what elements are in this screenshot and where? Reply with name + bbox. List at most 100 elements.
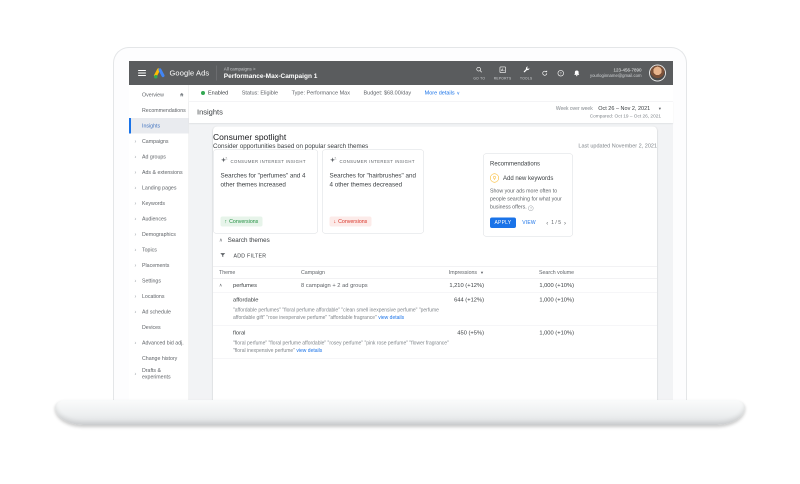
sidebar-item-change-history[interactable]: Change history — [129, 351, 189, 367]
sidebar-item-label: Ad groups — [142, 153, 166, 160]
sidebar-item-insights[interactable]: Insights — [129, 118, 189, 134]
sidebar-item-campaigns[interactable]: › Campaigns — [129, 134, 189, 150]
sidebar-item-drafts-experiments[interactable]: › Drafts & experiments — [129, 366, 189, 382]
laptop-screen: Google Ads All campaigns > Performance-M… — [113, 47, 687, 403]
apply-button[interactable]: APPLY — [490, 217, 516, 229]
sidebar-item-recommendations[interactable]: Recommendations — [129, 103, 189, 119]
table-header-row: Theme Campaign Impressions ▼ Search volum… — [213, 266, 657, 279]
sidebar-item-label: Topics — [142, 246, 157, 253]
chevron-right-icon: › — [134, 153, 137, 160]
recommendation-item[interactable]: Add new keywords — [490, 173, 566, 183]
insight-card-perfumes[interactable]: CONSUMER INTEREST INSIGHT Searches for "… — [213, 149, 318, 234]
sidebar-item-ads-extensions[interactable]: › Ads & extensions — [129, 165, 189, 181]
google-ads-app: Google Ads All campaigns > Performance-M… — [129, 61, 673, 403]
impressions-cell: 1,210 (+12%) — [449, 282, 484, 289]
sidebar-item-label: Recommendations — [142, 107, 186, 114]
campaign-cell: 8 campaign + 2 ad groups — [301, 282, 368, 289]
chevron-right-icon: › — [134, 370, 137, 377]
sidebar-item-settings[interactable]: › Settings — [129, 273, 189, 289]
topbar-actions: GO TO REPORTS TOOLS ? 123-456-7890 yourl… — [473, 65, 665, 81]
avatar[interactable] — [650, 65, 665, 81]
pager-count: 1 / 5 — [551, 220, 561, 226]
sidebar-item-label: Campaigns — [142, 138, 169, 145]
recommendation-actions: APPLY VIEW ‹ 1 / 5 › — [490, 217, 566, 229]
sidebar-item-overview[interactable]: Overview — [129, 87, 189, 103]
view-details-link[interactable]: view details — [296, 348, 322, 354]
chevron-up-icon[interactable]: ∧ — [219, 283, 233, 289]
chevron-left-icon[interactable]: ‹ — [546, 219, 548, 226]
sidebar-item-keywords[interactable]: › Keywords — [129, 196, 189, 212]
sidebar-item-label: Audiences — [142, 215, 167, 222]
help-circle-icon[interactable]: ? — [528, 205, 534, 211]
sidebar-item-ad-groups[interactable]: › Ad groups — [129, 149, 189, 165]
sidebar-item-audiences[interactable]: › Audiences — [129, 211, 189, 227]
page-title: Insights — [197, 108, 223, 117]
recommendation-item-title: Add new keywords — [503, 174, 554, 182]
insight-sparkle-icon — [221, 157, 228, 167]
help-button[interactable]: ? — [557, 69, 565, 77]
enabled-dot-icon — [201, 91, 205, 95]
table-row-affordable[interactable]: affordable 644 (+12%) 1,000 (+10%) "affo… — [213, 293, 657, 326]
col-campaign[interactable]: Campaign — [301, 270, 386, 276]
search-themes-section: ∧ Search themes ADD FILTER Theme Campaig… — [213, 237, 657, 359]
recommendations-card: Recommendations Add new keywords Show yo… — [483, 153, 573, 237]
search-themes-header[interactable]: ∧ Search themes — [213, 237, 657, 244]
sidebar-nav: Overview Recommendations Insights › Campaign… — [129, 85, 189, 403]
chevron-right-icon: › — [134, 277, 137, 284]
sidebar-item-placements[interactable]: › Placements — [129, 258, 189, 274]
theme-name: floral — [233, 330, 246, 336]
chevron-right-icon: › — [134, 262, 137, 269]
chevron-down-icon: ∨ — [456, 90, 460, 96]
notifications-bell-icon[interactable] — [573, 69, 581, 77]
add-filter-label: ADD FILTER — [233, 253, 267, 259]
view-button[interactable]: VIEW — [522, 220, 536, 226]
sidebar-item-label: Overview — [142, 91, 164, 98]
refresh-button[interactable] — [541, 69, 549, 77]
table-row-floral[interactable]: floral 450 (+5%) 1,000 (+10%) "floral pe… — [213, 326, 657, 359]
menu-icon[interactable] — [138, 70, 146, 76]
more-details-link[interactable]: More details ∨ — [425, 90, 460, 96]
sidebar-item-advanced-bid-adj[interactable]: › Advanced bid adj. — [129, 335, 189, 351]
sidebar-item-landing-pages[interactable]: › Landing pages — [129, 180, 189, 196]
recommendations-title: Recommendations — [490, 160, 541, 167]
spotlight-title: Consumer spotlight — [213, 132, 287, 143]
tools-button[interactable]: TOOLS — [520, 66, 532, 80]
chevron-right-icon: › — [134, 169, 137, 176]
sidebar-item-ad-schedule[interactable]: › Ad schedule — [129, 304, 189, 320]
reports-button[interactable]: REPORTS — [494, 66, 512, 80]
insight-cards-row: CONSUMER INTEREST INSIGHT Searches for "… — [213, 149, 657, 237]
insight-card-hairbrushes[interactable]: CONSUMER INTEREST INSIGHT Searches for "… — [322, 149, 424, 234]
add-filter-button[interactable]: ADD FILTER — [213, 252, 657, 260]
sidebar-item-label: Drafts & experiments — [142, 367, 171, 380]
date-range-picker[interactable]: Week over week Oct 26 – Nov 2, 2021 ▾ Co… — [556, 105, 661, 120]
impressions-cell: 450 (+5%) — [457, 330, 484, 336]
theme-examples: "affordable perfumes" "floral perfume af… — [233, 307, 439, 321]
view-details-link[interactable]: view details — [378, 315, 404, 321]
sidebar-item-devices[interactable]: Devices — [129, 320, 189, 336]
breadcrumb[interactable]: All campaigns > Performance-Max-Campaign… — [224, 66, 318, 79]
search-themes-title: Search themes — [227, 236, 270, 244]
sidebar-item-demographics[interactable]: › Demographics — [129, 227, 189, 243]
theme-examples: "floral perfume" "floral perfume afforda… — [233, 340, 449, 354]
chevron-right-icon: › — [134, 231, 137, 238]
arrow-up-icon: ↑ — [224, 218, 228, 225]
sidebar-item-label: Ads & extensions — [142, 169, 183, 176]
date-compared: Compared: Oct 19 – Oct 26, 2021 — [589, 113, 661, 119]
col-theme[interactable]: Theme — [219, 270, 301, 276]
goto-search-button[interactable]: GO TO — [473, 66, 485, 80]
insight-text: Searches for "perfumes" and 4 other them… — [220, 172, 306, 188]
table-row-perfumes[interactable]: ∧ perfumes 8 campaign + 2 ad groups 1,21… — [213, 279, 657, 293]
arrow-down-icon: ↓ — [333, 218, 337, 225]
col-search-volume[interactable]: Search volume — [484, 270, 574, 276]
sidebar-item-locations[interactable]: › Locations — [129, 289, 189, 305]
enabled-label: Enabled — [208, 90, 229, 96]
laptop-base — [55, 400, 745, 425]
sidebar-item-label: Landing pages — [142, 184, 177, 191]
chevron-right-icon[interactable]: › — [564, 219, 566, 226]
sidebar-item-topics[interactable]: › Topics — [129, 242, 189, 258]
enabled-status[interactable]: Enabled — [201, 90, 228, 96]
col-impressions[interactable]: Impressions ▼ — [386, 270, 484, 276]
sidebar-item-label: Ad schedule — [142, 308, 171, 315]
insight-sparkle-icon — [330, 157, 337, 167]
recommendation-body: Show your ads more often to people searc… — [490, 188, 562, 211]
